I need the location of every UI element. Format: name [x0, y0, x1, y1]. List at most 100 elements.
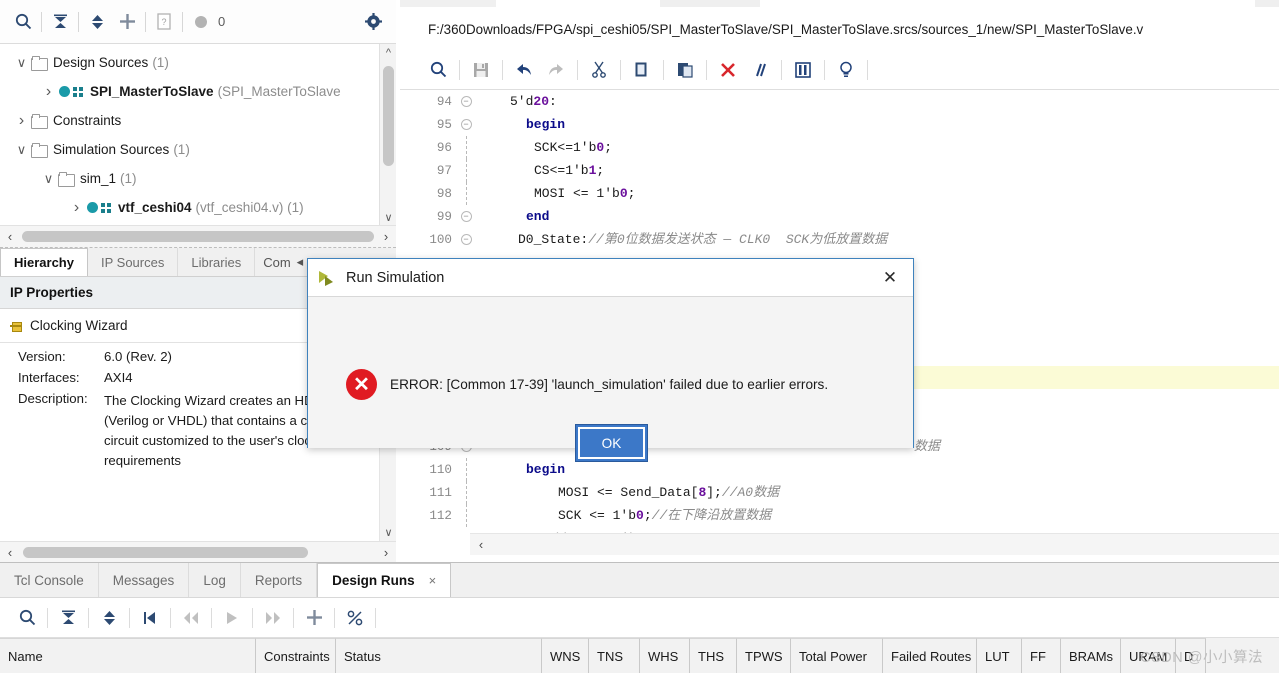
scrollbar-thumb[interactable] [23, 546, 308, 558]
code-line[interactable]: 5'd20: [474, 90, 1279, 113]
tab-ip-sources[interactable]: IP Sources [88, 248, 179, 276]
code-line[interactable]: SCK <= 1'b0;//在下降沿放置数据 [474, 504, 1279, 527]
fold-toggle-icon[interactable]: − [458, 90, 474, 113]
prev-icon[interactable] [174, 604, 208, 632]
column-header-ff[interactable]: FF [1022, 638, 1061, 673]
tree-vertical-scrollbar[interactable]: ^ ∨ [379, 44, 396, 225]
tree-item-vtf-ceshi04[interactable]: vtf_ceshi04 (vtf_ceshi04.v) (1) [0, 193, 376, 222]
tab-messages[interactable]: Messages [99, 563, 190, 597]
column-header-brams[interactable]: BRAMs [1061, 638, 1121, 673]
collapse-all-icon[interactable] [45, 7, 75, 37]
tab-tcl-console[interactable]: Tcl Console [0, 563, 99, 597]
first-icon[interactable] [133, 604, 167, 632]
tree-horizontal-scrollbar[interactable]: ‹ › [0, 226, 396, 248]
search-icon[interactable] [8, 7, 38, 37]
toolbar-divider [78, 11, 79, 32]
chevron-right-icon[interactable] [14, 113, 29, 128]
column-header-constraints[interactable]: Constraints [256, 638, 336, 673]
status-dot-icon[interactable] [186, 7, 216, 37]
column-header-tpws[interactable]: TPWS [737, 638, 791, 673]
chevron-right-icon[interactable] [69, 200, 84, 215]
scroll-right-icon[interactable]: › [376, 545, 396, 560]
chevron-down-icon[interactable] [14, 55, 29, 70]
tab-overflow-icon[interactable]: ◂ [297, 254, 304, 270]
column-header-failed-routes[interactable]: Failed Routes [883, 638, 977, 673]
expand-all-icon[interactable] [92, 604, 126, 632]
scrollbar-thumb[interactable] [383, 66, 394, 166]
tree-item-sim-1[interactable]: sim_1 (1) [0, 164, 376, 193]
column-header-lut[interactable]: LUT [977, 638, 1022, 673]
tab-design-runs[interactable]: Design Runs × [317, 563, 452, 597]
tree-item-design-sources[interactable]: Design Sources (1) [0, 48, 376, 77]
fold-toggle-icon[interactable]: − [458, 113, 474, 136]
comment-icon[interactable] [744, 56, 776, 84]
column-header-status[interactable]: Status [336, 638, 542, 673]
code-line[interactable]: MOSI <= Send_Data[8];//A0数据 [474, 481, 1279, 504]
tab-hierarchy[interactable]: Hierarchy [0, 248, 88, 276]
editor-tab-fragment[interactable] [660, 0, 760, 7]
scroll-left-icon[interactable]: ‹ [0, 545, 20, 560]
undo-icon[interactable] [508, 56, 540, 84]
fold-toggle-icon[interactable]: − [458, 228, 474, 251]
code-line[interactable]: SCK<=1'b0; [474, 136, 1279, 159]
scroll-left-icon[interactable]: ‹ [0, 229, 20, 244]
run-simulation-dialog[interactable]: Run Simulation ✕ ✕ ERROR: [Common 17-39]… [307, 258, 914, 462]
column-header-uram[interactable]: URAM [1121, 638, 1176, 673]
search-icon[interactable] [422, 56, 454, 84]
ok-button[interactable]: OK [575, 424, 648, 462]
report-icon[interactable]: ? [149, 7, 179, 37]
close-icon[interactable]: × [429, 573, 437, 588]
code-horizontal-scrollbar[interactable]: ‹ [470, 533, 1279, 555]
scroll-right-icon[interactable]: › [376, 229, 396, 244]
code-line[interactable]: D0_State://第0位数据发送状态 — CLK0 SCK为低放置数据 [474, 228, 1279, 251]
delete-icon[interactable] [712, 56, 744, 84]
column-header-total-power[interactable]: Total Power [791, 638, 883, 673]
column-header-ths[interactable]: THS [690, 638, 737, 673]
tree-item-simulation-sources[interactable]: Simulation Sources (1) [0, 135, 376, 164]
column-header-name[interactable]: Name [0, 638, 256, 673]
scrollbar-thumb[interactable] [22, 231, 374, 242]
copy-icon[interactable] [626, 56, 658, 84]
code-line[interactable]: begin [474, 458, 1279, 481]
column-header-d[interactable]: D [1176, 638, 1206, 673]
chevron-down-icon[interactable] [41, 171, 56, 186]
fold-toggle-icon[interactable]: − [458, 205, 474, 228]
scroll-up-icon[interactable]: ^ [380, 44, 396, 61]
paste-icon[interactable] [669, 56, 701, 84]
percent-icon[interactable] [338, 604, 372, 632]
tree-item-constraints[interactable]: Constraints [0, 106, 376, 135]
chevron-right-icon[interactable] [41, 84, 56, 99]
column-header-wns[interactable]: WNS [542, 638, 589, 673]
columns-icon[interactable] [787, 56, 819, 84]
editor-tab-fragment[interactable] [400, 0, 496, 7]
column-header-whs[interactable]: WHS [640, 638, 690, 673]
next-icon[interactable] [256, 604, 290, 632]
close-icon[interactable]: ✕ [877, 268, 903, 288]
tab-log[interactable]: Log [189, 563, 241, 597]
code-line[interactable]: MOSI <= 1'b0; [474, 182, 1279, 205]
bulb-icon[interactable] [830, 56, 862, 84]
collapse-all-icon[interactable] [51, 604, 85, 632]
plus-icon[interactable] [297, 604, 331, 632]
column-header-tns[interactable]: TNS [589, 638, 640, 673]
gear-icon[interactable] [358, 7, 388, 37]
scroll-left-icon[interactable]: ‹ [470, 537, 492, 552]
add-source-icon[interactable] [112, 7, 142, 37]
scroll-down-icon[interactable]: ∨ [380, 209, 396, 225]
save-icon[interactable] [465, 56, 497, 84]
editor-tab-fragment[interactable] [1255, 0, 1279, 7]
scroll-down-icon[interactable]: ∨ [380, 524, 396, 541]
code-line[interactable]: CS<=1'b1; [474, 159, 1279, 182]
ip-horizontal-scrollbar[interactable]: ‹ › [0, 541, 396, 562]
expand-all-icon[interactable] [82, 7, 112, 37]
code-line[interactable]: end [474, 205, 1279, 228]
code-line[interactable]: begin [474, 113, 1279, 136]
tab-reports[interactable]: Reports [241, 563, 318, 597]
chevron-down-icon[interactable] [14, 142, 29, 157]
tab-libraries[interactable]: Libraries [178, 248, 256, 276]
tree-item-spi-mastertoslave[interactable]: SPI_MasterToSlave (SPI_MasterToSlave [0, 77, 376, 106]
cut-icon[interactable] [583, 56, 615, 84]
sources-tree[interactable]: Design Sources (1) SPI_MasterToSlave (SP… [0, 44, 376, 225]
run-icon[interactable] [215, 604, 249, 632]
search-icon[interactable] [10, 604, 44, 632]
